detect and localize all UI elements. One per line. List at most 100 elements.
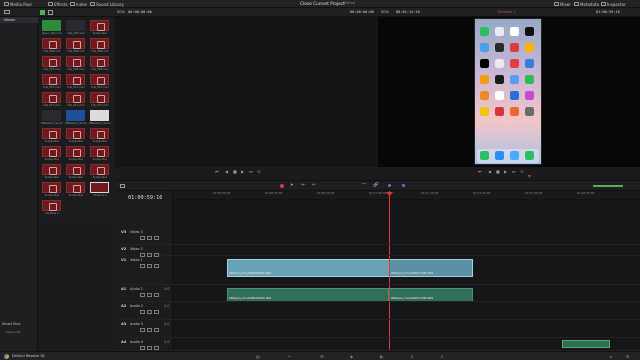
media-clip-thumbnail[interactable] (66, 92, 85, 103)
media-clip-thumbnail[interactable] (42, 56, 61, 67)
index-button[interactable]: Index (70, 1, 87, 7)
cut-page-icon[interactable]: ✂ (288, 354, 291, 359)
media-clip-thumbnail[interactable] (42, 182, 61, 193)
selection-tool-icon[interactable]: ➤ (290, 183, 294, 188)
track-lock-icon[interactable] (140, 236, 145, 240)
trim-tool-icon[interactable]: ⇔ (301, 183, 305, 188)
media-clip-thumbnail[interactable] (66, 146, 85, 157)
track-eye-icon[interactable] (147, 346, 152, 350)
source-viewer[interactable] (115, 17, 377, 167)
track-lock-icon[interactable] (140, 328, 145, 332)
list-view-icon[interactable] (48, 10, 53, 15)
media-page-icon[interactable]: ▤ (256, 354, 260, 359)
track-lock-icon[interactable] (140, 346, 145, 350)
fairlight-page-icon[interactable]: ♫ (410, 354, 414, 359)
media-clip-thumbnail[interactable] (42, 146, 61, 157)
sound-library-button[interactable]: Sound Library (90, 1, 124, 7)
link-icon[interactable]: 🔗 (373, 183, 378, 188)
source-zoom[interactable]: 50% (117, 10, 125, 14)
track-lock-icon[interactable] (140, 310, 145, 314)
media-clip-thumbnail[interactable] (90, 20, 109, 31)
media-clip-thumbnail[interactable] (90, 38, 109, 49)
timeline-zoom[interactable]: 50% (381, 10, 389, 14)
media-clip-thumbnail[interactable] (42, 92, 61, 103)
track-mute-icon[interactable] (154, 236, 159, 240)
track-mute-icon[interactable] (154, 346, 159, 350)
timeline-ruler[interactable]: 01:00:00:00 01:00:20:00 01:00:40:00 01:01:0… (173, 191, 640, 200)
deliver-page-icon[interactable]: ➚ (440, 354, 443, 359)
tl-jump-end-icon[interactable]: ⏭ (512, 169, 516, 174)
tl-stop-icon[interactable]: ■ (496, 169, 500, 174)
settings-gear-icon[interactable]: ⚙ (626, 354, 630, 359)
media-clip-thumbnail[interactable] (90, 164, 109, 175)
track-eye-icon[interactable] (147, 328, 152, 332)
timeline-name-dropdown[interactable]: Timeline 1 (497, 10, 516, 14)
track-mute-icon[interactable] (154, 328, 159, 332)
snapping-icon[interactable]: ⌒ (362, 183, 366, 189)
metadata-button[interactable]: Metadata (574, 1, 599, 7)
media-clip-thumbnail[interactable] (66, 110, 85, 121)
media-clip-thumbnail[interactable] (66, 20, 85, 31)
track-name[interactable]: Audio 1 (130, 287, 143, 291)
track-name[interactable]: Audio 3 (130, 322, 143, 326)
scrubber-marker-icon[interactable] (528, 175, 531, 178)
tl-loop-icon[interactable]: ⟲ (520, 169, 523, 174)
zoom-slider[interactable] (593, 185, 623, 187)
media-clip-thumbnail[interactable] (42, 20, 61, 31)
color-page-icon[interactable]: ◐ (380, 354, 384, 359)
track-eye-icon[interactable] (147, 264, 152, 268)
play-icon[interactable]: ▶ (241, 169, 244, 174)
media-clip-thumbnail[interactable] (66, 56, 85, 67)
media-clip-thumbnail[interactable] (42, 38, 61, 49)
media-clip-thumbnail[interactable] (90, 110, 109, 121)
tl-play-reverse-icon[interactable]: ◀ (488, 169, 491, 174)
track-name[interactable]: Audio 4 (130, 340, 143, 344)
stop-icon[interactable]: ■ (233, 169, 237, 174)
tl-jump-start-icon[interactable]: ⏮ (478, 169, 482, 174)
track-eye-icon[interactable] (147, 293, 152, 297)
fusion-page-icon[interactable]: ◈ (350, 354, 353, 359)
track-lock-icon[interactable] (140, 293, 145, 297)
media-clip-thumbnail[interactable] (66, 164, 85, 175)
track-name[interactable]: Video 3 (130, 230, 143, 234)
media-clip-thumbnail[interactable] (90, 56, 109, 67)
blade-tool-icon[interactable]: ✂ (312, 183, 316, 188)
media-clip-thumbnail[interactable] (90, 146, 109, 157)
jump-start-icon[interactable]: ⏮ (215, 169, 219, 174)
record-icon[interactable] (280, 184, 284, 188)
media-clip-thumbnail[interactable] (42, 128, 61, 139)
media-pool-button[interactable]: Media Pool (4, 1, 32, 7)
flag-icon[interactable] (388, 184, 391, 187)
project-manager-icon[interactable]: ⌂ (610, 354, 613, 359)
track-name[interactable]: Video 2 (130, 247, 143, 251)
media-clip-thumbnail[interactable] (42, 200, 61, 211)
keywords-bin[interactable]: Keywords (6, 330, 20, 334)
inspector-button[interactable]: Inspector (601, 1, 626, 7)
media-clip-thumbnail[interactable] (42, 110, 61, 121)
thumbnail-view-icon[interactable] (40, 10, 45, 15)
media-clip-thumbnail[interactable] (90, 182, 109, 193)
marker-icon[interactable] (402, 184, 405, 187)
tl-play-icon[interactable]: ▶ (504, 169, 507, 174)
media-clip-thumbnail[interactable] (90, 128, 109, 139)
media-clip-thumbnail[interactable] (66, 128, 85, 139)
track-mute-icon[interactable] (154, 293, 159, 297)
mixer-button[interactable]: Mixer (554, 1, 571, 7)
jump-end-icon[interactable]: ⏭ (249, 169, 253, 174)
track-mute-icon[interactable] (154, 264, 159, 268)
media-clip-thumbnail[interactable] (90, 92, 109, 103)
media-clip-thumbnail[interactable] (42, 164, 61, 175)
loop-icon[interactable]: ⟲ (257, 169, 260, 174)
bins-toggle-icon[interactable] (4, 10, 10, 14)
track-name[interactable]: Audio 2 (130, 304, 143, 308)
media-clip-thumbnail[interactable] (42, 74, 61, 85)
timeline-timecode-display[interactable]: 01:00:59:16 (128, 195, 162, 201)
track-lock-icon[interactable] (140, 264, 145, 268)
track-name[interactable]: Video 1 (130, 258, 143, 262)
timeline-options-icon[interactable] (120, 184, 125, 188)
track-eye-icon[interactable] (147, 310, 152, 314)
track-eye-icon[interactable] (147, 236, 152, 240)
effects-button[interactable]: Effects (48, 1, 68, 7)
media-clip-thumbnail[interactable] (90, 74, 109, 85)
edit-page-icon[interactable]: ☰ (320, 354, 324, 359)
